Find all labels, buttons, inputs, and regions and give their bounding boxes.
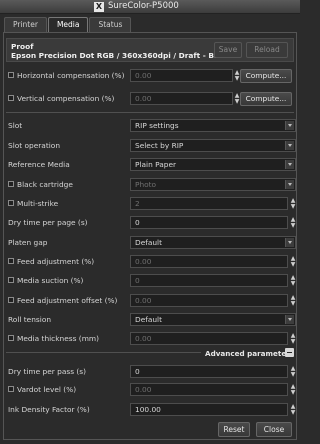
ink-density-spinner[interactable]: ▲ ▼	[290, 404, 296, 416]
platen-gap-label: Platen gap	[8, 238, 48, 247]
slot-operation-label: Slot operation	[8, 141, 60, 150]
spin-down-icon[interactable]: ▼	[290, 204, 296, 210]
media-thickness-field[interactable]: 0.00	[130, 332, 288, 345]
dry-time-pass-spinner[interactable]: ▲ ▼	[290, 366, 296, 378]
black-cartridge-value: Photo	[135, 180, 157, 189]
divider	[6, 112, 294, 113]
ink-density-field[interactable]: 100.00	[130, 403, 288, 416]
horizontal-compensation-label: Horizontal compensation (%)	[17, 71, 125, 80]
media-suction-label: Media suction (%)	[17, 276, 84, 285]
feed-adjustment-spinner[interactable]: ▲ ▼	[290, 256, 296, 268]
vertical-compensation-checkbox[interactable]	[8, 95, 14, 101]
dry-time-pass-label: Dry time per pass (s)	[8, 367, 87, 376]
feed-adjustment-offset-checkbox[interactable]	[8, 297, 14, 303]
chevron-down-icon	[285, 238, 294, 247]
reference-media-label: Reference Media	[8, 160, 70, 169]
vertical-compute-button[interactable]: Compute...	[240, 92, 292, 106]
preset-subtitle: Epson Precision Dot RGB / 360x360dpi / D…	[11, 51, 222, 60]
multi-strike-spinner[interactable]: ▲ ▼	[290, 198, 296, 210]
window-title: SureColor-P5000	[108, 1, 179, 11]
slot-label: Slot	[8, 121, 23, 130]
spin-down-icon[interactable]: ▼	[290, 301, 296, 307]
close-button[interactable]: Close	[256, 422, 292, 437]
media-suction-field[interactable]: 0	[130, 274, 288, 287]
advanced-parameters-label: Advanced parameters	[205, 349, 295, 358]
save-button[interactable]: Save	[214, 42, 242, 58]
chevron-down-icon	[285, 160, 294, 169]
horizontal-compute-button[interactable]: Compute...	[240, 69, 292, 83]
horizontal-compensation-checkbox[interactable]	[8, 72, 14, 78]
chevron-down-icon	[285, 121, 294, 130]
spin-down-icon[interactable]: ▼	[290, 339, 296, 345]
spin-down-icon[interactable]: ▼	[290, 262, 296, 268]
reload-button[interactable]: Reload	[246, 42, 288, 58]
feed-adjustment-checkbox[interactable]	[8, 258, 14, 264]
dry-time-page-field[interactable]: 0	[130, 216, 288, 229]
vertical-compensation-label: Vertical compensation (%)	[17, 94, 115, 103]
reset-button[interactable]: Reset	[218, 422, 250, 437]
roll-tension-value: Default	[135, 315, 163, 324]
black-cartridge-select[interactable]: Photo	[130, 178, 296, 191]
collapse-minus-icon[interactable]	[285, 348, 294, 357]
platen-gap-value: Default	[135, 238, 163, 247]
media-thickness-checkbox[interactable]	[8, 335, 14, 341]
feed-adjustment-offset-field[interactable]: 0.00	[130, 294, 288, 307]
tab-bar: Printer Media Status	[4, 17, 132, 32]
dry-time-page-spinner[interactable]: ▲ ▼	[290, 217, 296, 229]
roll-tension-select[interactable]: Default	[130, 313, 296, 326]
slot-value: RIP settings	[135, 121, 179, 130]
media-thickness-label: Media thickness (mm)	[17, 334, 99, 343]
horizontal-compensation-field[interactable]: 0.00	[130, 69, 233, 82]
reference-media-select[interactable]: Plain Paper	[130, 158, 296, 171]
vardot-level-label: Vardot level (%)	[17, 385, 77, 394]
slot-select[interactable]: RIP settings	[130, 119, 296, 132]
tab-status[interactable]: Status	[89, 17, 132, 32]
feed-adjustment-label: Feed adjustment (%)	[17, 257, 95, 266]
vertical-compensation-field[interactable]: 0.00	[130, 92, 233, 105]
spin-down-icon[interactable]: ▼	[290, 372, 296, 378]
preset-title: Proof	[11, 42, 34, 51]
spin-down-icon[interactable]: ▼	[290, 390, 296, 396]
chevron-down-icon	[285, 141, 294, 150]
vardot-level-checkbox[interactable]	[8, 386, 14, 392]
platen-gap-select[interactable]: Default	[130, 236, 296, 249]
ink-density-label: Ink Density Factor (%)	[8, 405, 90, 414]
spin-down-icon[interactable]: ▼	[290, 410, 296, 416]
multi-strike-checkbox[interactable]	[8, 200, 14, 206]
dry-time-pass-field[interactable]: 0	[130, 365, 288, 378]
title-bar: X SureColor-P5000	[0, 0, 300, 14]
slot-operation-select[interactable]: Select by RIP	[130, 139, 296, 152]
feed-adjustment-offset-spinner[interactable]: ▲ ▼	[290, 295, 296, 307]
black-cartridge-label: Black cartridge	[17, 180, 73, 189]
multi-strike-label: Multi-strike	[17, 199, 59, 208]
spin-down-icon[interactable]: ▼	[290, 223, 296, 229]
tab-media[interactable]: Media	[47, 17, 89, 32]
x-window-icon: X	[94, 2, 104, 12]
black-cartridge-checkbox[interactable]	[8, 181, 14, 187]
feed-adjustment-field[interactable]: 0.00	[130, 255, 288, 268]
roll-tension-label: Roll tension	[8, 315, 52, 324]
advanced-divider	[6, 352, 201, 353]
dry-time-page-label: Dry time per page (s)	[8, 218, 88, 227]
media-suction-spinner[interactable]: ▲ ▼	[290, 275, 296, 287]
slot-operation-value: Select by RIP	[135, 141, 184, 150]
spin-down-icon[interactable]: ▼	[290, 281, 296, 287]
media-suction-checkbox[interactable]	[8, 277, 14, 283]
vardot-level-spinner[interactable]: ▲ ▼	[290, 384, 296, 396]
vardot-level-field[interactable]: 0.00	[130, 383, 288, 396]
chevron-down-icon	[285, 315, 294, 324]
media-thickness-spinner[interactable]: ▲ ▼	[290, 333, 296, 345]
chevron-down-icon	[285, 180, 294, 189]
tab-printer[interactable]: Printer	[4, 17, 47, 32]
reference-media-value: Plain Paper	[135, 160, 177, 169]
feed-adjustment-offset-label: Feed adjustment offset (%)	[17, 296, 118, 305]
multi-strike-field[interactable]: 2	[130, 197, 288, 210]
